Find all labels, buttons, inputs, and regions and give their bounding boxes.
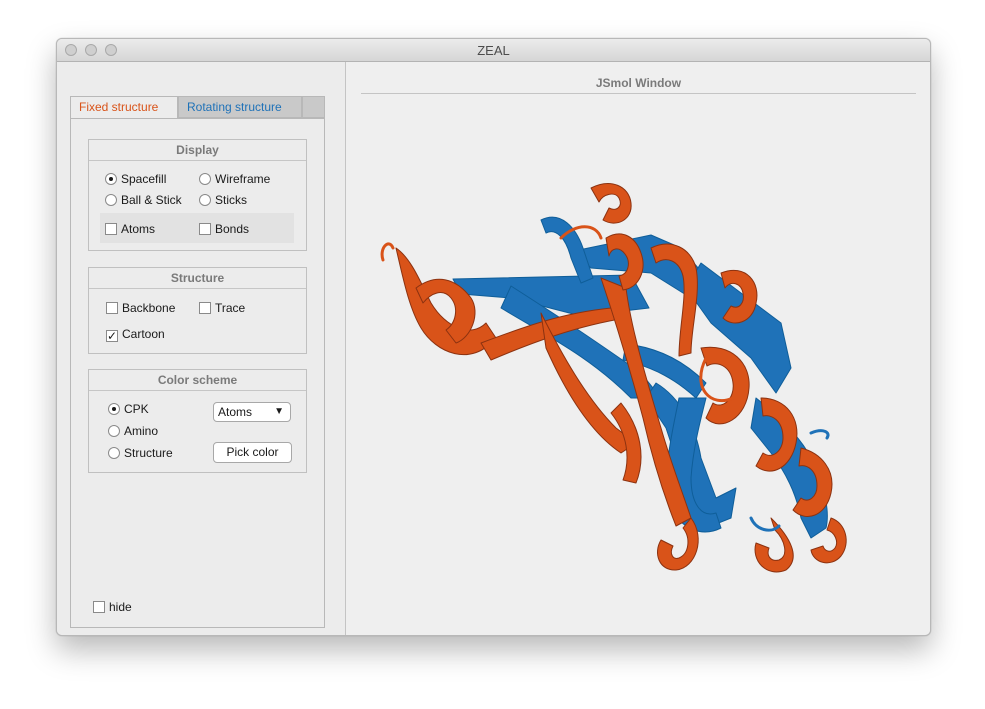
color-scheme-group-title: Color scheme xyxy=(89,370,306,391)
bonds-option[interactable]: Bonds xyxy=(199,221,249,237)
zeal-window: ZEAL Fixed structure Rotating structure … xyxy=(56,38,931,636)
structure-color-label: Structure xyxy=(124,446,173,460)
pick-color-button[interactable]: Pick color xyxy=(213,442,292,463)
jsmol-pane: JSmol Window xyxy=(346,62,930,635)
atoms-option[interactable]: Atoms xyxy=(105,221,155,237)
color-source-value: Atoms xyxy=(218,405,253,419)
amino-radio[interactable] xyxy=(108,425,120,437)
jsmol-title-divider xyxy=(361,93,916,94)
atoms-label: Atoms xyxy=(121,222,156,236)
tab-rotating-structure[interactable]: Rotating structure xyxy=(178,96,302,118)
display-group-title: Display xyxy=(89,140,306,161)
ball-stick-radio[interactable] xyxy=(105,194,117,206)
color-source-dropdown[interactable]: Atoms ▼ xyxy=(213,402,291,422)
spacefill-radio[interactable] xyxy=(105,173,117,185)
sticks-option[interactable]: Sticks xyxy=(199,192,247,208)
amino-option[interactable]: Amino xyxy=(108,423,158,439)
cartoon-option[interactable]: ✓ Cartoon xyxy=(106,326,165,342)
bonds-label: Bonds xyxy=(215,222,250,236)
bonds-checkbox[interactable] xyxy=(199,223,211,235)
molecule-viewer[interactable] xyxy=(361,98,916,628)
ball-stick-option[interactable]: Ball & Stick xyxy=(105,192,182,208)
tab-bar-filler xyxy=(302,96,325,118)
hide-label: hide xyxy=(109,600,132,614)
sticks-radio[interactable] xyxy=(199,194,211,206)
wireframe-radio[interactable] xyxy=(199,173,211,185)
window-title: ZEAL xyxy=(477,43,510,58)
coil-loops xyxy=(380,225,830,532)
jsmol-title: JSmol Window xyxy=(595,76,682,90)
backbone-option[interactable]: Backbone xyxy=(106,300,175,316)
dropdown-arrow-icon: ▼ xyxy=(274,406,284,417)
atoms-bonds-subpanel: Atoms Bonds xyxy=(100,213,294,243)
trace-label: Trace xyxy=(215,301,246,315)
sticks-label: Sticks xyxy=(215,193,248,207)
hide-checkbox[interactable] xyxy=(93,601,105,613)
hide-option[interactable]: hide xyxy=(93,599,132,615)
color-scheme-group: Color scheme CPK Amino Structure Atoms ▼… xyxy=(88,369,307,473)
backbone-label: Backbone xyxy=(122,301,176,315)
amino-label: Amino xyxy=(124,424,159,438)
backbone-checkbox[interactable] xyxy=(106,302,118,314)
cartoon-checkbox[interactable]: ✓ xyxy=(106,330,118,342)
structure-color-radio[interactable] xyxy=(108,447,120,459)
structure-group-title: Structure xyxy=(89,268,306,289)
wireframe-label: Wireframe xyxy=(215,172,271,186)
control-panel: Fixed structure Rotating structure Displ… xyxy=(57,62,346,635)
cpk-option[interactable]: CPK xyxy=(108,401,149,417)
wireframe-option[interactable]: Wireframe xyxy=(199,171,270,187)
cpk-label: CPK xyxy=(124,402,149,416)
structure-color-option[interactable]: Structure xyxy=(108,445,173,461)
title-bar: ZEAL xyxy=(57,39,930,62)
cpk-radio[interactable] xyxy=(108,403,120,415)
structure-group: Structure Backbone Trace ✓ Cartoon xyxy=(88,267,307,354)
tab-bar: Fixed structure Rotating structure xyxy=(70,96,325,118)
trace-option[interactable]: Trace xyxy=(199,300,245,316)
trace-checkbox[interactable] xyxy=(199,302,211,314)
spacefill-option[interactable]: Spacefill xyxy=(105,171,166,187)
ball-stick-label: Ball & Stick xyxy=(121,193,182,207)
spacefill-label: Spacefill xyxy=(121,172,167,186)
atoms-checkbox[interactable] xyxy=(105,223,117,235)
cartoon-label: Cartoon xyxy=(122,327,165,341)
display-group: Display Spacefill Wireframe Ball & Stick… xyxy=(88,139,307,251)
fixed-structure-panel: Display Spacefill Wireframe Ball & Stick… xyxy=(70,118,325,628)
tab-fixed-structure[interactable]: Fixed structure xyxy=(70,96,178,118)
